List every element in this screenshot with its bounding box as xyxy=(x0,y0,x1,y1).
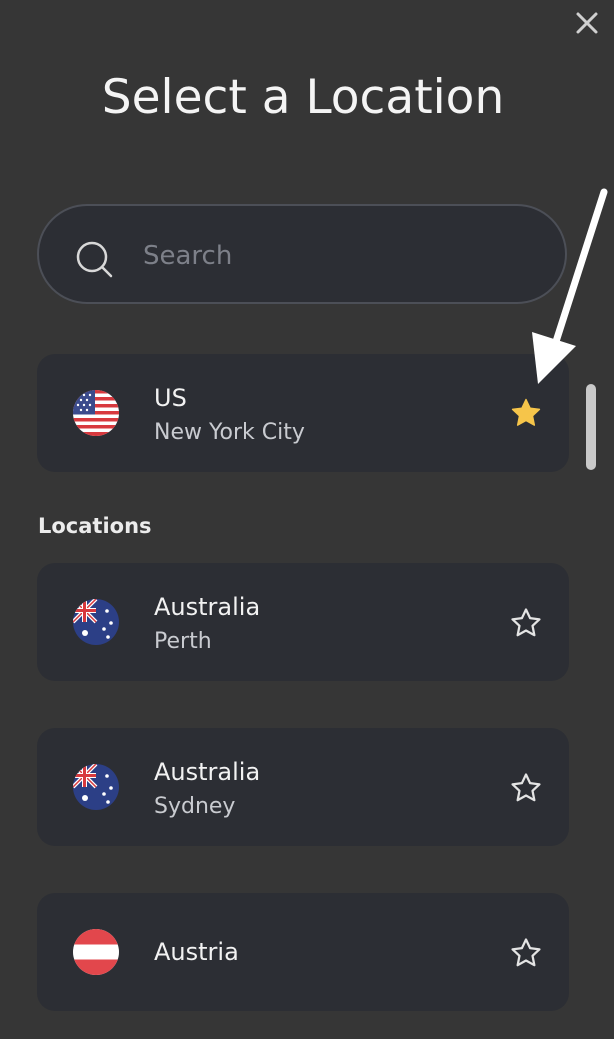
favorite-star-button[interactable] xyxy=(509,396,543,430)
location-country: Australia xyxy=(154,593,261,621)
close-button[interactable] xyxy=(572,8,602,38)
scrollbar-thumb[interactable] xyxy=(586,384,596,470)
us-flag-icon xyxy=(73,390,119,436)
page-title: Select a Location xyxy=(101,70,505,125)
star-filled-icon xyxy=(511,398,541,426)
location-city: Sydney xyxy=(154,794,236,819)
location-card[interactable]: Australia Perth xyxy=(37,563,569,681)
search-input[interactable] xyxy=(143,234,523,278)
location-city: Perth xyxy=(154,629,212,654)
favorite-location-card[interactable]: US New York City xyxy=(37,354,569,472)
search-box[interactable] xyxy=(37,204,567,304)
location-city: New York City xyxy=(154,420,305,445)
australia-flag-icon xyxy=(73,599,119,645)
location-country: US xyxy=(154,384,187,412)
star-outline-icon xyxy=(511,773,541,802)
close-icon xyxy=(576,12,598,34)
location-card[interactable]: Austria xyxy=(37,893,569,1011)
star-outline-icon xyxy=(511,608,541,637)
star-button[interactable] xyxy=(509,936,543,970)
star-button[interactable] xyxy=(509,606,543,640)
section-label-locations: Locations xyxy=(38,514,152,538)
star-button[interactable] xyxy=(509,771,543,805)
location-country: Australia xyxy=(154,758,261,786)
search-icon xyxy=(76,241,113,278)
location-country: Austria xyxy=(154,938,239,966)
austria-flag-icon xyxy=(73,929,119,975)
star-outline-icon xyxy=(511,938,541,967)
location-card[interactable]: Australia Sydney xyxy=(37,728,569,846)
australia-flag-icon xyxy=(73,764,119,810)
